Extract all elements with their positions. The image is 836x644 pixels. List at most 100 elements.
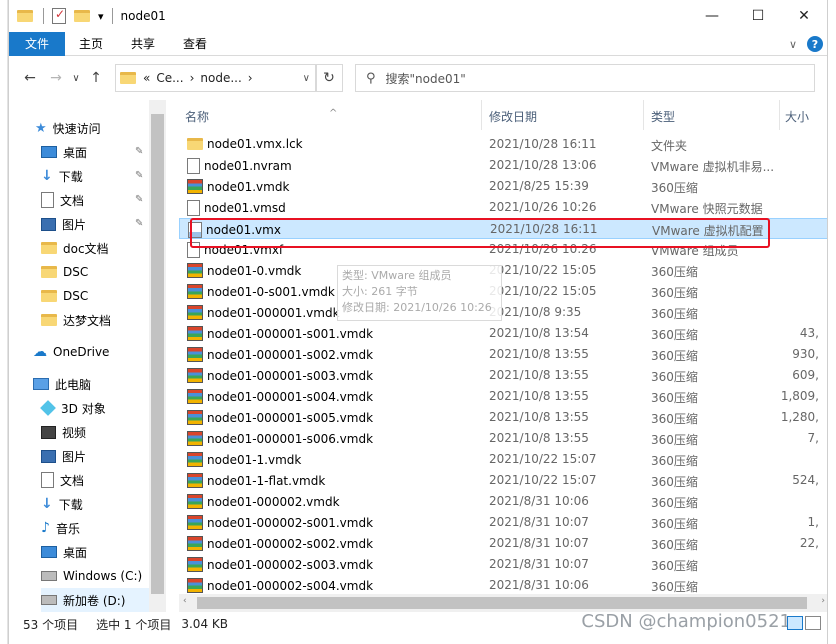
folder-icon[interactable] xyxy=(17,10,33,22)
nav-folder-doc[interactable]: doc文档 xyxy=(41,236,109,260)
nav-folder-dsc[interactable]: DSC xyxy=(41,260,88,284)
file-row[interactable]: node01-1.vmdk 2021/10/22 15:07 360压缩 xyxy=(179,449,827,470)
back-button[interactable]: ← xyxy=(17,65,43,91)
file-size: 524, xyxy=(792,473,819,487)
file-row[interactable]: node01-000002-s004.vmdk 2021/8/31 10:06 36… xyxy=(179,575,827,594)
nav-folder-dsc-2[interactable]: DSC xyxy=(41,284,88,308)
breadcrumb-separator-icon[interactable]: › xyxy=(190,71,195,85)
file-row[interactable]: node01.nvram 2021/10/28 13:06 VMware 虚拟机非易… xyxy=(179,155,827,176)
nav-label: 文档 xyxy=(60,473,85,488)
search-input[interactable]: ⚲ 搜索"node01" xyxy=(355,64,815,92)
nav-onedrive[interactable]: ☁ OneDrive xyxy=(33,340,109,364)
nav-music[interactable]: ♪ 音乐 xyxy=(41,516,80,540)
column-divider[interactable] xyxy=(481,100,482,130)
nav-documents[interactable]: 文档 xyxy=(41,188,84,212)
pin-icon[interactable]: ✎ xyxy=(135,146,143,157)
qat-dropdown-icon[interactable]: ▾ xyxy=(98,10,104,23)
file-type: 360压缩 xyxy=(651,433,698,447)
file-row[interactable]: node01-000001-s002.vmdk 2021/10/8 13:55 36… xyxy=(179,344,827,365)
tab-home[interactable]: 主页 xyxy=(65,32,117,56)
column-modified[interactable]: 修改日期 xyxy=(489,108,537,125)
nav-desktop-pc[interactable]: 桌面 xyxy=(41,540,87,564)
nav-3d-objects[interactable]: 3D 对象 xyxy=(40,396,106,420)
file-row[interactable]: node01.vmdk 2021/8/25 15:39 360压缩 xyxy=(179,176,827,197)
file-row[interactable]: node01-000001-s001.vmdk 2021/10/8 13:54 36… xyxy=(179,323,827,344)
ribbon-collapse-icon[interactable]: ∨ xyxy=(789,38,797,51)
item-count: 53 个项目 xyxy=(23,617,79,632)
column-divider[interactable] xyxy=(779,100,780,130)
address-dropdown-icon[interactable]: ∨ xyxy=(303,73,310,84)
file-type: 360压缩 xyxy=(651,286,698,300)
column-name[interactable]: 名称 xyxy=(185,108,209,125)
column-header: ^ 名称 修改日期 类型 大小 xyxy=(179,100,827,130)
up-button[interactable]: ↑ xyxy=(83,65,109,91)
file-row[interactable]: node01-000002.vmdk 2021/8/31 10:06 360压缩 xyxy=(179,491,827,512)
nav-folder-dameng[interactable]: 达梦文档 xyxy=(41,308,111,332)
breadcrumb-item[interactable]: node... xyxy=(200,71,241,85)
breadcrumb-separator-icon[interactable]: › xyxy=(248,71,253,85)
large-icons-view-icon[interactable] xyxy=(805,616,821,630)
column-divider[interactable] xyxy=(643,100,644,130)
nav-drive-c[interactable]: Windows (C:) xyxy=(41,564,142,588)
pin-icon[interactable]: ✎ xyxy=(135,194,143,205)
file-type: 360压缩 xyxy=(651,496,698,510)
properties-icon[interactable] xyxy=(52,7,66,24)
pin-icon[interactable]: ✎ xyxy=(135,218,143,229)
file-row[interactable]: node01-0-s001.vmdk 2021/10/22 15:05 360压缩 xyxy=(179,281,827,302)
scroll-right-icon[interactable]: › xyxy=(821,596,825,606)
breadcrumb-item[interactable]: Ce... xyxy=(156,71,183,85)
forward-button[interactable]: → xyxy=(43,65,69,91)
refresh-button[interactable]: ↻ xyxy=(315,64,343,92)
horizontal-scrollbar[interactable]: ‹ › xyxy=(179,594,827,612)
file-date: 2021/10/8 13:54 xyxy=(489,326,589,340)
pin-icon[interactable]: ✎ xyxy=(135,170,143,181)
nav-pictures[interactable]: 图片 xyxy=(41,212,86,236)
file-row[interactable]: node01.vmx.lck 2021/10/28 16:11 文件夹 xyxy=(179,134,827,155)
file-row[interactable]: node01-0.vmdk 2021/10/22 15:05 360压缩 xyxy=(179,260,827,281)
recent-locations-icon[interactable]: ∨ xyxy=(69,65,83,91)
column-size[interactable]: 大小 xyxy=(785,108,809,125)
new-folder-icon[interactable] xyxy=(74,10,90,22)
scrollbar-thumb[interactable] xyxy=(197,597,807,609)
file-row[interactable]: node01-000001.vmdk 2021/10/8 9:35 360压缩 xyxy=(179,302,827,323)
file-name: node01-000002-s004.vmdk xyxy=(207,578,374,593)
ribbon-tabs: 文件 主页 共享 查看 ∨ ? xyxy=(9,31,827,56)
file-row[interactable]: node01-000002-s003.vmdk 2021/8/31 10:07 36… xyxy=(179,554,827,575)
nav-pictures-pc[interactable]: 图片 xyxy=(41,444,86,468)
tab-file[interactable]: 文件 xyxy=(9,31,65,56)
view-toggle xyxy=(785,616,821,630)
file-row[interactable]: node01-000001-s004.vmdk 2021/10/8 13:55 36… xyxy=(179,386,827,407)
nav-drive-d[interactable]: 新加卷 (D:) xyxy=(41,588,149,612)
file-tooltip: 类型: VMware 组成员 大小: 261 字节 修改日期: 2021/10/… xyxy=(337,265,502,321)
tab-share[interactable]: 共享 xyxy=(117,32,169,56)
download-icon: ↓ xyxy=(41,168,53,184)
scroll-left-icon[interactable]: ‹ xyxy=(183,596,187,606)
nav-documents-pc[interactable]: 文档 xyxy=(41,468,84,492)
nav-this-pc[interactable]: 此电脑 xyxy=(33,372,91,396)
column-type[interactable]: 类型 xyxy=(651,108,675,125)
address-bar[interactable]: « Ce... › node... › ∨ xyxy=(115,64,317,92)
file-row[interactable]: node01-1-flat.vmdk 2021/10/22 15:07 360压缩 5… xyxy=(179,470,827,491)
maximize-button[interactable]: ☐ xyxy=(735,0,781,32)
minimize-button[interactable]: — xyxy=(689,0,735,32)
close-button[interactable]: ✕ xyxy=(781,0,827,32)
nav-downloads[interactable]: ↓ 下载 xyxy=(41,164,83,188)
scrollbar-thumb[interactable] xyxy=(151,114,164,594)
file-type: 360压缩 xyxy=(651,370,698,384)
navigation-scrollbar[interactable] xyxy=(149,100,166,612)
nav-downloads-pc[interactable]: ↓ 下载 xyxy=(41,492,83,516)
tab-view[interactable]: 查看 xyxy=(169,32,221,56)
help-icon[interactable]: ? xyxy=(807,36,823,52)
nav-quick-access[interactable]: ★ 快速访问 xyxy=(35,116,101,140)
file-row[interactable]: node01-000001-s006.vmdk 2021/10/8 13:55 36… xyxy=(179,428,827,449)
file-row[interactable]: node01-000002-s001.vmdk 2021/8/31 10:07 36… xyxy=(179,512,827,533)
file-row[interactable]: node01-000001-s003.vmdk 2021/10/8 13:55 36… xyxy=(179,365,827,386)
nav-desktop[interactable]: 桌面 xyxy=(41,140,87,164)
nav-videos[interactable]: 视频 xyxy=(41,420,86,444)
file-row[interactable]: node01-000002-s002.vmdk 2021/8/31 10:07 36… xyxy=(179,533,827,554)
details-view-icon[interactable] xyxy=(787,616,803,630)
file-row[interactable]: node01.vmsd 2021/10/26 10:26 VMware 快照元数据 xyxy=(179,197,827,218)
breadcrumb-overflow[interactable]: « xyxy=(143,71,150,85)
file-name-cell: node01-000001-s003.vmdk xyxy=(187,368,477,383)
file-row[interactable]: node01-000001-s005.vmdk 2021/10/8 13:55 36… xyxy=(179,407,827,428)
